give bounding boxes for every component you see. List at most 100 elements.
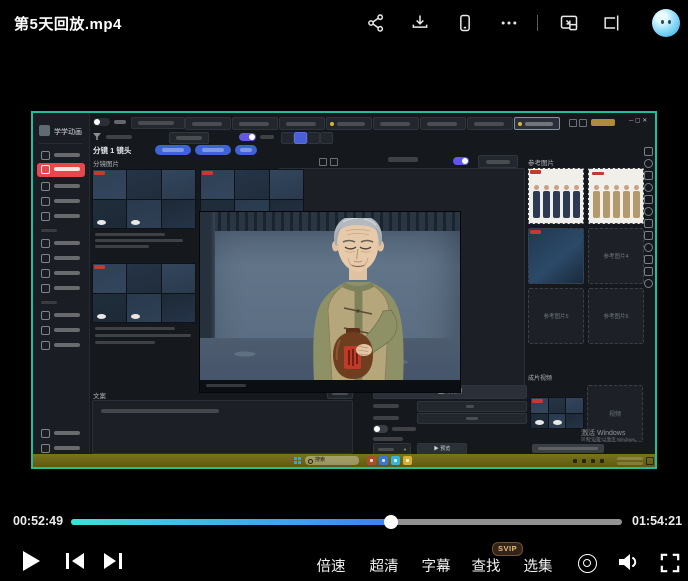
video-content-ui-element [185,117,231,130]
blurred-text [486,160,510,164]
episodes-button[interactable]: 选集 [521,555,555,576]
record-circle-icon[interactable] [578,554,597,573]
video-display-area[interactable]: 学学动画 [33,113,655,467]
video-content-storyboard-label: 分镜图片 [93,158,119,168]
blurred-text [54,286,80,290]
more-icon[interactable] [499,13,519,33]
reference-figure [592,185,600,219]
video-content-ui-element [169,132,209,144]
video-content-ui-element [307,132,320,144]
taskbar-app-icon [391,456,400,465]
play-button[interactable] [23,551,40,571]
reference-figure [542,185,550,219]
windows-activation-watermark-sub: 转到“设置”以激活 Windows。 [581,437,640,443]
progress-thumb[interactable] [384,515,398,529]
video-content-active-menu-item [37,163,85,177]
video-content-ui-element [37,282,85,294]
picture-in-picture-icon[interactable] [559,13,579,33]
reference-figure [552,185,560,219]
storyboard-panel [566,414,583,429]
video-content-ui-element [319,158,327,166]
storyboard-panel [93,200,126,229]
reference-figure [562,185,570,219]
speed-button[interactable]: 倍速 [314,555,348,576]
video-content-reference-placeholder: 参考图片4 [588,228,644,284]
next-button[interactable] [104,553,126,569]
previous-button[interactable] [66,553,88,569]
video-content-ui-element [646,457,654,465]
storyboard-panel [235,170,268,199]
dock-window-icon[interactable] [601,13,621,33]
fullscreen-icon[interactable] [660,553,680,578]
progress-played [71,519,391,525]
video-content-ui-element [644,195,653,204]
video-content-ui-element [330,158,338,166]
video-content-reference-placeholder: 参考图片5 [528,288,584,344]
phone-cast-icon[interactable] [455,13,475,33]
blurred-text [54,214,80,218]
blurred-text [239,122,269,126]
video-content-storyboard-thumb [92,169,196,229]
blurred-text [474,122,504,126]
blurred-text [617,457,643,460]
video-content-ui-element [37,195,85,207]
quality-button[interactable]: 超清 [367,555,401,576]
blurred-text [54,184,80,188]
storyboard-panel [270,170,303,199]
storyboard-panel [549,414,566,429]
blurred-text [525,122,553,126]
find-button[interactable]: 查找 [469,555,503,576]
video-content-ui-element [644,207,653,216]
current-time: 00:52:49 [13,514,63,528]
taskbar-app-icon [403,456,412,465]
storyboard-panel [93,170,126,199]
share-icon[interactable] [366,13,386,33]
blurred-text [138,121,174,125]
blurred-text [95,239,183,242]
blurred-text [54,313,80,317]
video-content-ui-element [644,243,653,252]
video-content-reference-placeholder: 参考图片6 [588,288,644,344]
storyboard-panel [162,294,195,323]
blurred-text [54,256,80,260]
reference-figure [602,185,610,219]
user-avatar[interactable] [652,9,680,37]
volume-icon[interactable] [617,552,639,577]
video-content-ui-element [420,117,466,130]
blurred-text [54,446,80,450]
video-content-ui-element [37,442,85,454]
video-content-ui-element [579,119,587,127]
storyboard-panel [531,398,548,413]
video-content-app-logo-icon [39,125,50,136]
blurred-text [95,233,165,236]
subtitles-button[interactable]: 字幕 [419,555,453,576]
preview-player-bar [200,380,460,392]
video-content-ui-element [320,132,333,144]
video-content-ui-element [644,231,653,240]
windows-start-icon [294,457,301,464]
blurred-text [192,122,222,126]
blurred-text [54,328,80,332]
storyboard-panel [93,294,126,323]
download-icon[interactable] [410,13,430,33]
video-content-storyboard-thumb [92,263,196,323]
blurred-text [95,327,175,330]
video-content-final-video-label: 成片视频 [528,373,552,382]
video-content-reference-scene [528,228,584,284]
blurred-text [466,405,474,408]
storyboard-panel [162,170,195,199]
player-window: 第5天回放.mp4 学学动画 [0,0,688,581]
reference-figure [622,185,630,219]
video-content-ui-element [417,413,527,424]
blurred-text [373,404,399,408]
blurred-text [388,157,418,162]
blurred-text [162,148,184,152]
progress-bar[interactable] [71,519,622,525]
video-content-ui-element [37,324,85,336]
video-content-ui-element [37,180,85,192]
video-content-ui-element [644,171,653,180]
blurred-text [332,392,348,395]
video-content-ui-element [41,301,57,304]
blurred-text [114,120,126,124]
blurred-text [54,199,80,203]
